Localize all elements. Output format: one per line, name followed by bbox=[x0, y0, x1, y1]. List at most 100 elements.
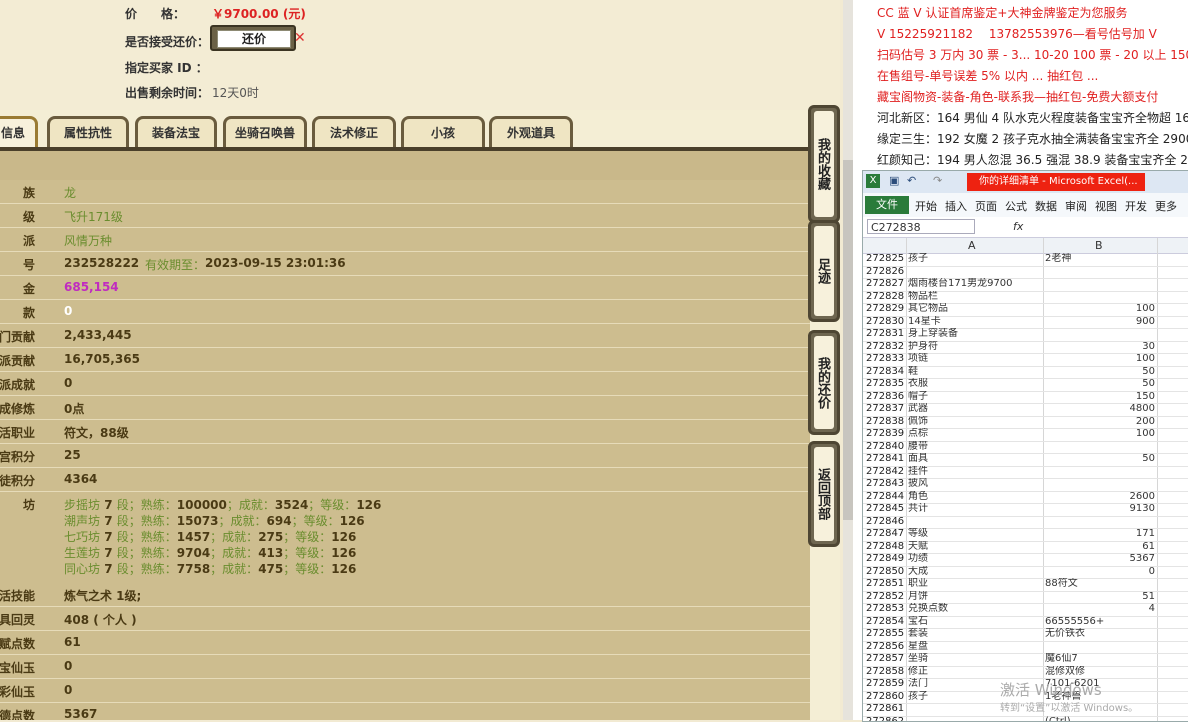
cell-b[interactable]: 5367 bbox=[1045, 553, 1155, 565]
scrollbar-thumb[interactable] bbox=[843, 160, 853, 520]
cell-a[interactable]: 14星卡 bbox=[908, 316, 1041, 328]
sheet-row[interactable]: 272844 角色 2600 bbox=[863, 491, 1188, 504]
close-icon[interactable]: ✕ bbox=[294, 30, 306, 46]
ribbon-tab[interactable]: 开始 bbox=[915, 198, 937, 214]
ribbon-tab[interactable]: 审阅 bbox=[1065, 198, 1087, 214]
my-offers-button[interactable]: 我的还价 bbox=[808, 330, 840, 435]
back-to-top-button[interactable]: 返回顶部 bbox=[808, 441, 840, 547]
cell-b[interactable]: 0 bbox=[1045, 566, 1155, 578]
cell-b[interactable]: 无价铁衣 bbox=[1045, 628, 1155, 640]
undo-icon[interactable]: ↶ bbox=[907, 174, 916, 187]
sheet-row[interactable]: 272840 腰带 bbox=[863, 441, 1188, 454]
sheet-row[interactable]: 272854 宝石 66555556+ bbox=[863, 616, 1188, 629]
cell-b[interactable]: 9130 bbox=[1045, 503, 1155, 515]
sheet-row[interactable]: 272857 坐骑 魔6仙7 bbox=[863, 653, 1188, 667]
cell-a[interactable]: 挂件 bbox=[908, 466, 1041, 478]
ribbon-tab[interactable]: 视图 bbox=[1095, 198, 1117, 214]
column-b-header[interactable]: B bbox=[1095, 239, 1103, 252]
cell-a[interactable]: 身上穿装备 bbox=[908, 328, 1041, 340]
sheet-row[interactable]: 272832 护身符 30 bbox=[863, 341, 1188, 354]
cell-b[interactable]: 2老神 bbox=[1045, 253, 1155, 265]
cell-b[interactable]: 200 bbox=[1045, 416, 1155, 428]
cell-a[interactable]: 月饼 bbox=[908, 591, 1041, 603]
sheet-row[interactable]: 272827 烟雨楼台171男龙9700 bbox=[863, 278, 1188, 292]
cell-b[interactable]: 50 bbox=[1045, 378, 1155, 390]
cell-a[interactable]: 护身符 bbox=[908, 341, 1041, 353]
cell-a[interactable]: 佩饰 bbox=[908, 416, 1041, 428]
cell-b[interactable]: 4 bbox=[1045, 603, 1155, 615]
sheet-row[interactable]: 272853 兑换点数 4 bbox=[863, 603, 1188, 617]
sheet-row[interactable]: 272839 点棕 100 bbox=[863, 428, 1188, 442]
sheet-row[interactable]: 272836 帽子 150 bbox=[863, 391, 1188, 404]
cell-a[interactable]: 角色 bbox=[908, 491, 1041, 503]
cell-b[interactable]: 51 bbox=[1045, 591, 1155, 603]
tab-equipment[interactable]: 装备法宝 bbox=[135, 116, 217, 148]
sheet-row[interactable]: 272828 物品栏 bbox=[863, 291, 1188, 304]
sheet-row[interactable]: 272847 等级 171 bbox=[863, 528, 1188, 542]
sheet-row[interactable]: 272842 挂件 bbox=[863, 466, 1188, 479]
ribbon-tab[interactable]: 页面 bbox=[975, 198, 997, 214]
cell-a[interactable]: 物品栏 bbox=[908, 291, 1041, 303]
cell-b[interactable]: 61 bbox=[1045, 541, 1155, 553]
sheet-row[interactable]: 272837 武器 4800 bbox=[863, 403, 1188, 417]
cell-b[interactable]: 100 bbox=[1045, 353, 1155, 365]
cell-a[interactable]: 点棕 bbox=[908, 428, 1041, 440]
cell-b[interactable]: 魔6仙7 bbox=[1045, 653, 1155, 665]
cell-a[interactable]: 武器 bbox=[908, 403, 1041, 415]
cell-a[interactable]: 帽子 bbox=[908, 391, 1041, 403]
redo-icon[interactable]: ↷ bbox=[933, 174, 942, 187]
cell-a[interactable]: 孩子 bbox=[908, 253, 1041, 265]
cell-a[interactable]: 天赋 bbox=[908, 541, 1041, 553]
sheet-row[interactable]: 272846 bbox=[863, 516, 1188, 529]
tab-children[interactable]: 小孩 bbox=[401, 116, 485, 148]
cell-a[interactable]: 面具 bbox=[908, 453, 1041, 465]
cell-a[interactable]: 腰带 bbox=[908, 441, 1041, 453]
column-a-header[interactable]: A bbox=[968, 239, 976, 252]
cell-a[interactable]: 修正 bbox=[908, 666, 1041, 678]
save-icon[interactable]: ▣ bbox=[889, 174, 899, 187]
cell-b[interactable]: 30 bbox=[1045, 341, 1155, 353]
tab-mounts-pets[interactable]: 坐骑召唤兽 bbox=[223, 116, 307, 148]
sheet-row[interactable]: 272838 佩饰 200 bbox=[863, 416, 1188, 429]
ribbon-tab[interactable]: 更多 bbox=[1155, 198, 1177, 214]
ribbon-tab[interactable]: 插入 bbox=[945, 198, 967, 214]
cell-a[interactable]: 项链 bbox=[908, 353, 1041, 365]
sheet-row[interactable]: 272850 大成 0 bbox=[863, 566, 1188, 579]
cell-a[interactable]: 坐骑 bbox=[908, 653, 1041, 665]
cell-a[interactable]: 衣服 bbox=[908, 378, 1041, 390]
sheet-row[interactable]: 272829 其它物品 100 bbox=[863, 303, 1188, 317]
sheet-row[interactable]: 272856 星盘 bbox=[863, 641, 1188, 654]
fx-icon[interactable]: fx bbox=[1013, 220, 1023, 233]
cell-a[interactable]: 等级 bbox=[908, 528, 1041, 540]
cell-b[interactable]: 150 bbox=[1045, 391, 1155, 403]
sheet-row[interactable]: 272841 面具 50 bbox=[863, 453, 1188, 467]
cell-a[interactable]: 功绩 bbox=[908, 553, 1041, 565]
cell-a[interactable]: 职业 bbox=[908, 578, 1041, 590]
cell-b[interactable]: 2600 bbox=[1045, 491, 1155, 503]
cell-b[interactable]: 4800 bbox=[1045, 403, 1155, 415]
file-tab[interactable]: 文件 bbox=[865, 196, 909, 214]
ribbon-tab[interactable]: 开发 bbox=[1125, 198, 1147, 214]
sheet-row[interactable]: 272830 14星卡 900 bbox=[863, 316, 1188, 329]
sheet-row[interactable]: 272843 披风 bbox=[863, 478, 1188, 492]
cell-b[interactable]: 100 bbox=[1045, 428, 1155, 440]
footprint-button[interactable]: 足迹 bbox=[808, 220, 840, 322]
sheet-row[interactable]: 272845 共计 9130 bbox=[863, 503, 1188, 517]
cell-a[interactable]: 共计 bbox=[908, 503, 1041, 515]
cell-b[interactable]: 66555556+ bbox=[1045, 616, 1155, 628]
cell-a[interactable]: 烟雨楼台171男龙9700 bbox=[908, 278, 1041, 290]
ribbon-tab[interactable]: 公式 bbox=[1005, 198, 1027, 214]
tab-appearance[interactable]: 外观道具 bbox=[489, 116, 573, 148]
sheet-row[interactable]: 272835 衣服 50 bbox=[863, 378, 1188, 392]
cell-b[interactable]: 900 bbox=[1045, 316, 1155, 328]
sheet-row[interactable]: 272855 套装 无价铁衣 bbox=[863, 628, 1188, 642]
cell-b[interactable]: 100 bbox=[1045, 303, 1155, 315]
name-box[interactable]: C272838 bbox=[867, 219, 975, 234]
cell-a[interactable]: 披风 bbox=[908, 478, 1041, 490]
tab-spell-mods[interactable]: 法术修正 bbox=[312, 116, 396, 148]
sheet-row[interactable]: 272831 身上穿装备 bbox=[863, 328, 1188, 342]
cell-a[interactable]: 其它物品 bbox=[908, 303, 1041, 315]
sheet-row[interactable]: 272834 鞋 50 bbox=[863, 366, 1188, 379]
sheet-row[interactable]: 272833 项链 100 bbox=[863, 353, 1188, 367]
cell-a[interactable]: 兑换点数 bbox=[908, 603, 1041, 615]
